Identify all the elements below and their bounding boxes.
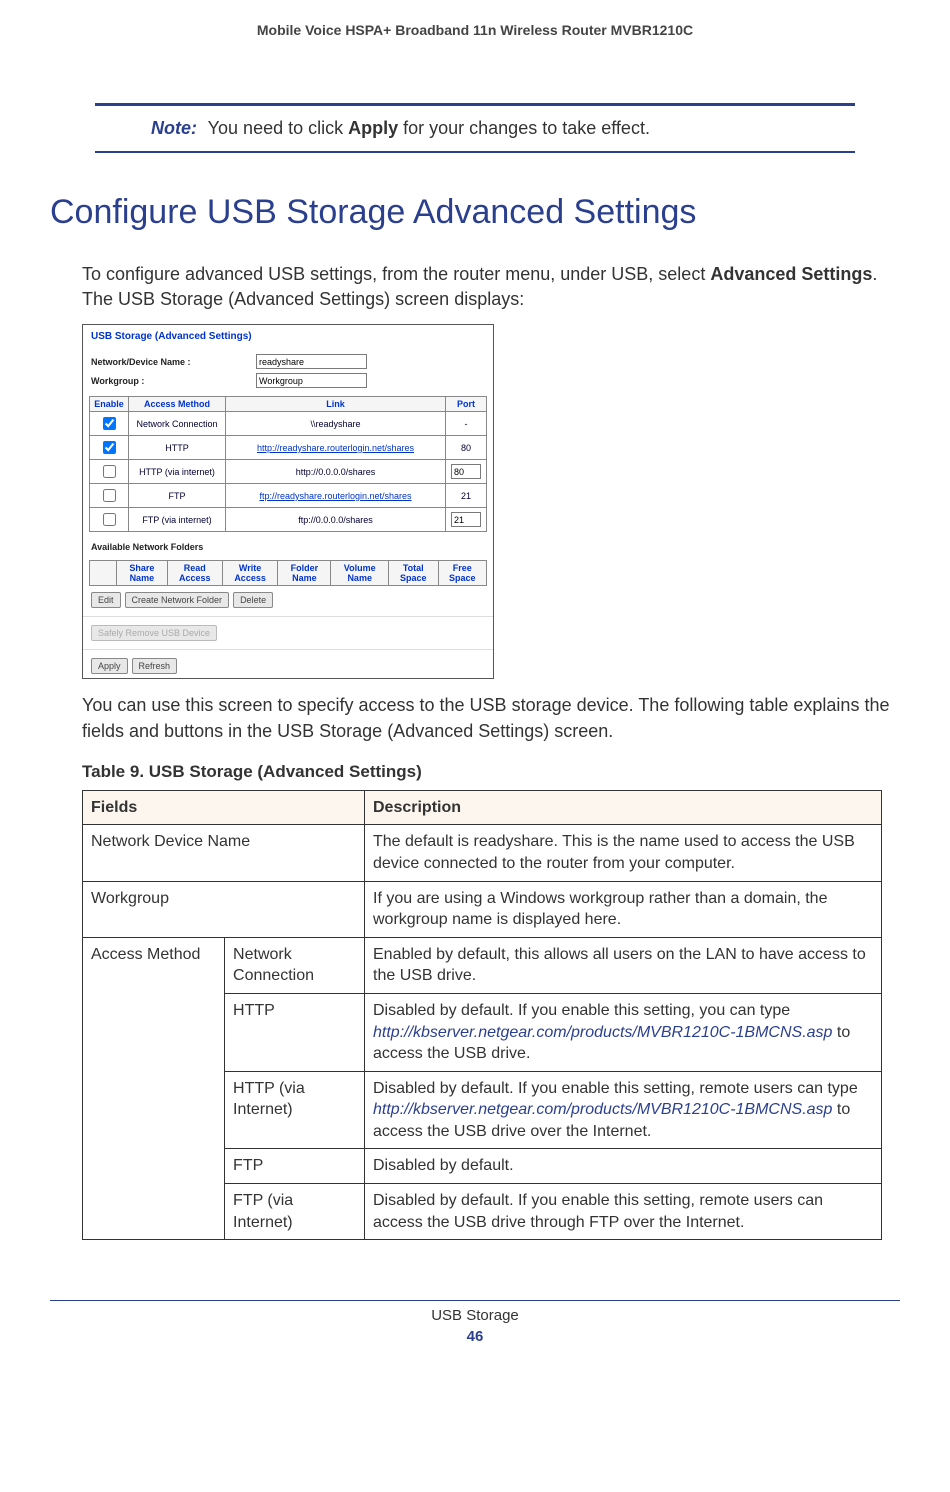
sshot-th-enable: Enable <box>90 397 129 412</box>
sshot-access-row: HTTP (via internet)http://0.0.0.0/shares <box>90 460 487 484</box>
definition-table: Fields Description Network Device Name T… <box>82 790 882 1241</box>
desc-pre: Disabled by default. If you enable this … <box>373 1080 858 1097</box>
usb-settings-screenshot: USB Storage (Advanced Settings) Network/… <box>82 324 494 679</box>
note-bold: Apply <box>348 118 398 138</box>
sshot-port-cell: 80 <box>446 436 487 460</box>
cell-field: Workgroup <box>83 881 365 937</box>
sshot-access-row: HTTPhttp://readyshare.routerlogin.net/sh… <box>90 436 487 460</box>
sshot-link-cell[interactable]: ftp://readyshare.routerlogin.net/shares <box>226 484 446 508</box>
desc-pre: Disabled by default. If you enable this … <box>373 1002 790 1019</box>
sshot-create-button[interactable]: Create Network Folder <box>125 592 230 608</box>
sshot-link-cell: http://0.0.0.0/shares <box>226 460 446 484</box>
sshot-netdev-label: Network/Device Name : <box>91 357 256 367</box>
sshot-method-cell: FTP <box>129 484 226 508</box>
sshot-access-row: FTP (via internet)ftp://0.0.0.0/shares <box>90 508 487 532</box>
table-row: Workgroup If you are using a Windows wor… <box>83 881 882 937</box>
cell-sublabel: Network Connection <box>225 937 365 993</box>
note-text-1: You need to click <box>203 118 348 138</box>
cell-field: Network Device Name <box>83 825 365 881</box>
sshot-enable-checkbox[interactable] <box>103 441 116 454</box>
desc-url[interactable]: http://kbserver.netgear.com/products/MVB… <box>373 1024 832 1041</box>
cell-access-method: Access Method <box>83 937 225 1240</box>
table-row: Network Device Name The default is ready… <box>83 825 882 881</box>
section-heading: Configure USB Storage Advanced Settings <box>50 193 900 232</box>
sshot-folder-col: Total Space <box>388 561 438 586</box>
sshot-folder-col: Volume Name <box>331 561 388 586</box>
sshot-folder-col: Share Name <box>117 561 168 586</box>
sshot-link-cell: ftp://0.0.0.0/shares <box>226 508 446 532</box>
sshot-th-access: Access Method <box>129 397 226 412</box>
cell-desc: Disabled by default. <box>365 1149 882 1184</box>
sshot-access-row: FTPftp://readyshare.routerlogin.net/shar… <box>90 484 487 508</box>
sshot-folder-col: Folder Name <box>278 561 331 586</box>
sshot-enable-checkbox[interactable] <box>103 513 116 526</box>
sshot-folder-col: Write Access <box>222 561 277 586</box>
sshot-enable-checkbox[interactable] <box>103 417 116 430</box>
sshot-method-cell: FTP (via internet) <box>129 508 226 532</box>
note-label: Note: <box>151 118 197 138</box>
desc-url[interactable]: http://kbserver.netgear.com/products/MVB… <box>373 1101 832 1118</box>
intro-bold: Advanced Settings <box>710 264 872 284</box>
sshot-folder-table: Share NameRead AccessWrite AccessFolder … <box>89 560 487 586</box>
sshot-method-cell: HTTP <box>129 436 226 460</box>
cell-desc: Disabled by default. If you enable this … <box>365 1071 882 1149</box>
sshot-port-input[interactable] <box>451 512 481 527</box>
sshot-avail-header: Available Network Folders <box>83 534 493 554</box>
sshot-enable-checkbox[interactable] <box>103 465 116 478</box>
sshot-port-input[interactable] <box>451 464 481 479</box>
sshot-delete-button[interactable]: Delete <box>233 592 273 608</box>
footer-section: USB Storage <box>0 1307 950 1324</box>
cell-sublabel: FTP <box>225 1149 365 1184</box>
note-text-2: for your changes to take effect. <box>398 118 650 138</box>
sshot-method-cell: Network Connection <box>129 412 226 436</box>
cell-desc: Disabled by default. If you enable this … <box>365 1184 882 1240</box>
sshot-netdev-input[interactable] <box>256 354 367 369</box>
sshot-remove-button[interactable]: Safely Remove USB Device <box>91 625 217 641</box>
sshot-method-cell: HTTP (via internet) <box>129 460 226 484</box>
note-callout: Note: You need to click Apply for your c… <box>95 103 855 153</box>
note-content: Note: You need to click Apply for your c… <box>95 106 855 151</box>
sshot-port-cell <box>446 460 487 484</box>
note-rule-bottom <box>95 151 855 153</box>
cell-desc: Enabled by default, this allows all user… <box>365 937 882 993</box>
cell-sublabel: FTP (via Internet) <box>225 1184 365 1240</box>
footer-page-number: 46 <box>0 1328 950 1345</box>
sshot-link-cell[interactable]: http://readyshare.routerlogin.net/shares <box>226 436 446 460</box>
sshot-th-link: Link <box>226 397 446 412</box>
cell-sublabel: HTTP <box>225 993 365 1071</box>
sshot-folder-col: Read Access <box>167 561 222 586</box>
footer-rule <box>50 1300 900 1301</box>
sshot-workgroup-label: Workgroup : <box>91 376 256 386</box>
cell-desc: Disabled by default. If you enable this … <box>365 993 882 1071</box>
after-img-paragraph: You can use this screen to specify acces… <box>82 693 890 743</box>
table-row: Access Method Network Connection Enabled… <box>83 937 882 993</box>
sshot-edit-button[interactable]: Edit <box>91 592 121 608</box>
sshot-access-table: Enable Access Method Link Port Network C… <box>89 396 487 532</box>
sshot-th-port: Port <box>446 397 487 412</box>
sshot-apply-button[interactable]: Apply <box>91 658 128 674</box>
th-fields: Fields <box>83 790 365 825</box>
sshot-enable-checkbox[interactable] <box>103 489 116 502</box>
th-description: Description <box>365 790 882 825</box>
sshot-port-cell: - <box>446 412 487 436</box>
intro-text-1: To configure advanced USB settings, from… <box>82 264 710 284</box>
sshot-refresh-button[interactable]: Refresh <box>132 658 178 674</box>
sshot-port-cell: 21 <box>446 484 487 508</box>
document-header: Mobile Voice HSPA+ Broadband 11n Wireles… <box>50 0 900 48</box>
sshot-port-cell <box>446 508 487 532</box>
cell-desc: If you are using a Windows workgroup rat… <box>365 881 882 937</box>
sshot-folder-col <box>90 561 117 586</box>
intro-paragraph: To configure advanced USB settings, from… <box>82 262 890 312</box>
sshot-workgroup-input[interactable] <box>256 373 367 388</box>
sshot-access-row: Network Connection\\readyshare- <box>90 412 487 436</box>
cell-sublabel: HTTP (via Internet) <box>225 1071 365 1149</box>
sshot-title: USB Storage (Advanced Settings) <box>83 325 493 352</box>
sshot-link-cell: \\readyshare <box>226 412 446 436</box>
table-caption: Table 9. USB Storage (Advanced Settings) <box>82 762 900 782</box>
sshot-folder-col: Free Space <box>438 561 486 586</box>
cell-desc: The default is readyshare. This is the n… <box>365 825 882 881</box>
